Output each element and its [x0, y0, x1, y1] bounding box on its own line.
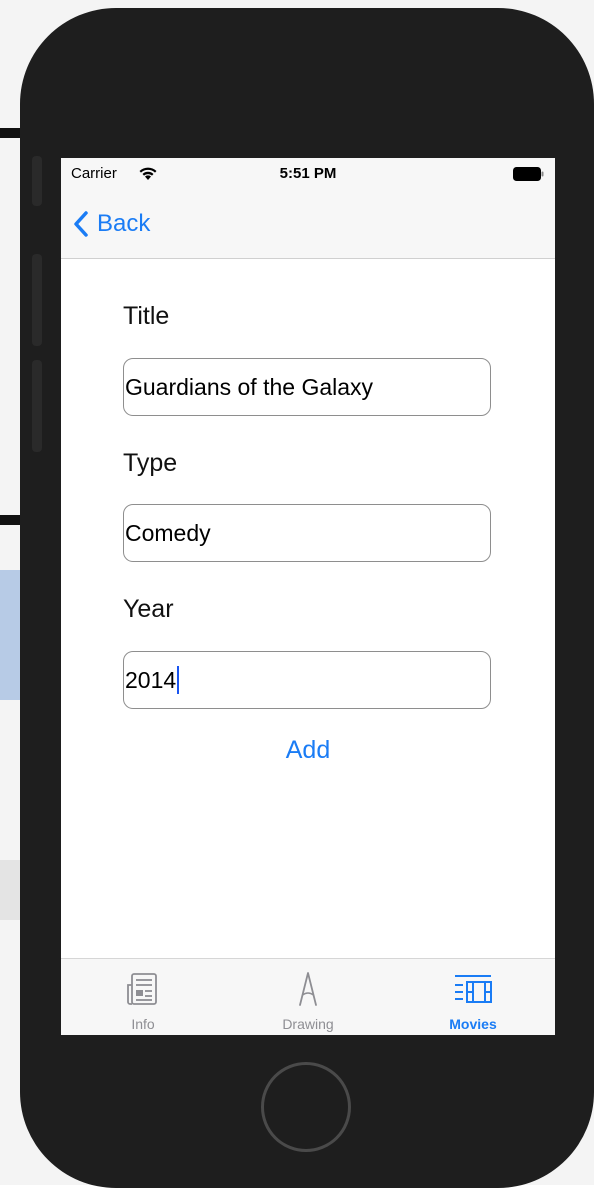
mute-switch: [32, 156, 42, 206]
tab-movies-label: Movies: [449, 1016, 497, 1032]
status-bar: Carrier 5:51 PM: [61, 158, 555, 192]
navigation-bar: Back: [61, 192, 555, 259]
type-field-value: Comedy: [125, 519, 211, 546]
tab-bar: Info Drawing Movies: [61, 958, 555, 1035]
year-field[interactable]: 2014: [123, 651, 491, 709]
tab-info-label: Info: [131, 1016, 155, 1032]
home-button[interactable]: [261, 1062, 351, 1152]
type-label: Type: [123, 449, 178, 477]
back-button-label: Back: [97, 210, 151, 237]
add-button[interactable]: Add: [123, 736, 493, 765]
year-field-value: 2014: [125, 666, 177, 693]
chevron-left-icon: [74, 211, 88, 237]
type-field[interactable]: Comedy: [123, 504, 491, 562]
tab-drawing-label: Drawing: [282, 1016, 334, 1032]
back-button[interactable]: Back: [73, 206, 150, 242]
battery-icon: [513, 167, 544, 181]
title-label: Title: [123, 302, 170, 330]
volume-up-button: [32, 254, 42, 346]
year-label: Year: [123, 595, 174, 623]
compass-drawing-icon: [288, 971, 328, 1012]
title-field-value: Guardians of the Galaxy: [125, 373, 374, 400]
device-screen: Carrier 5:51 PM Back Title Guardians of …: [61, 158, 555, 1035]
text-cursor: [177, 666, 180, 694]
film-list-icon: [451, 971, 495, 1012]
newspaper-icon: [123, 971, 163, 1012]
tab-drawing[interactable]: Drawing: [226, 959, 390, 1035]
tab-movies[interactable]: Movies: [391, 959, 555, 1035]
volume-down-button: [32, 360, 42, 452]
status-time: 5:51 PM: [279, 165, 337, 182]
title-field[interactable]: Guardians of the Galaxy: [123, 358, 491, 416]
tab-info[interactable]: Info: [61, 959, 225, 1035]
